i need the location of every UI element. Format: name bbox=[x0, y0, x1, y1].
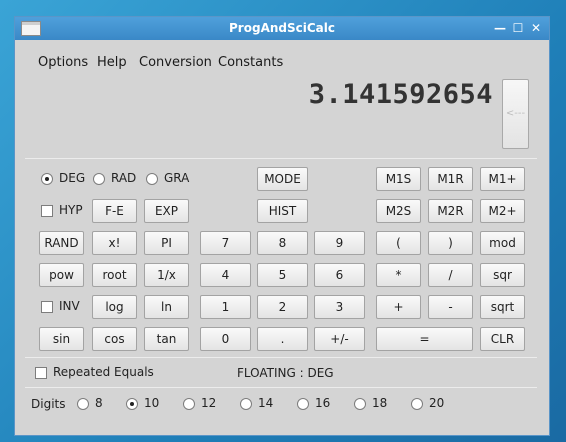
digits-radio-10-indicator bbox=[126, 398, 138, 410]
sqr-button[interactable]: sqr bbox=[480, 263, 525, 287]
repeated-equals-checkbox-box bbox=[35, 367, 47, 379]
digits-radio-10-label: 10 bbox=[144, 396, 160, 410]
factorial-button[interactable]: x! bbox=[92, 231, 137, 255]
digits-radio-20-indicator bbox=[411, 398, 423, 410]
digits-radio-8-label: 8 bbox=[95, 396, 103, 410]
menu-options[interactable]: Options bbox=[38, 55, 88, 70]
m1s-button[interactable]: M1S bbox=[376, 167, 421, 191]
digit-0-button[interactable]: 0 bbox=[200, 327, 251, 351]
digits-radio-16-label: 16 bbox=[315, 396, 331, 410]
rand-button[interactable]: RAND bbox=[39, 231, 84, 255]
divide-button[interactable]: / bbox=[428, 263, 473, 287]
close-icon[interactable]: ✕ bbox=[529, 20, 543, 36]
hyp-label: HYP bbox=[59, 203, 83, 217]
digits-radio-18-label: 18 bbox=[372, 396, 388, 410]
digit-9-button[interactable]: 9 bbox=[314, 231, 365, 255]
radio-deg-indicator bbox=[41, 173, 53, 185]
separator bbox=[25, 357, 537, 358]
m2r-button[interactable]: M2R bbox=[428, 199, 473, 223]
radio-rad-indicator bbox=[93, 173, 105, 185]
digits-radio-12-indicator bbox=[183, 398, 195, 410]
cos-button[interactable]: cos bbox=[92, 327, 137, 351]
m2plus-button[interactable]: M2+ bbox=[480, 199, 525, 223]
pow-button[interactable]: pow bbox=[39, 263, 84, 287]
status-text: FLOATING : DEG bbox=[237, 366, 334, 380]
separator bbox=[25, 158, 537, 159]
sin-button[interactable]: sin bbox=[39, 327, 84, 351]
sqrt-button[interactable]: sqrt bbox=[480, 295, 525, 319]
digits-radio-20-label: 20 bbox=[429, 396, 445, 410]
menu-constants[interactable]: Constants bbox=[218, 55, 283, 70]
window-title: ProgAndSciCalc bbox=[229, 21, 335, 35]
tan-button[interactable]: tan bbox=[144, 327, 189, 351]
radio-deg-label: DEG bbox=[59, 171, 86, 185]
ln-button[interactable]: ln bbox=[144, 295, 189, 319]
digits-radio-14-label: 14 bbox=[258, 396, 274, 410]
inv-checkbox-box bbox=[41, 301, 53, 313]
maximize-icon[interactable]: ☐ bbox=[511, 20, 525, 36]
exp-button[interactable]: EXP bbox=[144, 199, 189, 223]
minimize-icon[interactable]: — bbox=[493, 20, 507, 36]
digit-1-button[interactable]: 1 bbox=[200, 295, 251, 319]
m1r-button[interactable]: M1R bbox=[428, 167, 473, 191]
pi-button[interactable]: PI bbox=[144, 231, 189, 255]
digit-3-button[interactable]: 3 bbox=[314, 295, 365, 319]
decimal-point-button[interactable]: . bbox=[257, 327, 308, 351]
digits-radio-16-indicator bbox=[297, 398, 309, 410]
radio-rad-label: RAD bbox=[111, 171, 137, 185]
negate-button[interactable]: +/- bbox=[314, 327, 365, 351]
digit-5-button[interactable]: 5 bbox=[257, 263, 308, 287]
inv-label: INV bbox=[59, 299, 80, 313]
hyp-checkbox-box bbox=[41, 205, 53, 217]
menu-help[interactable]: Help bbox=[97, 55, 127, 70]
digit-6-button[interactable]: 6 bbox=[314, 263, 365, 287]
m1plus-button[interactable]: M1+ bbox=[480, 167, 525, 191]
digits-label: Digits bbox=[31, 397, 66, 411]
clear-button[interactable]: CLR bbox=[480, 327, 525, 351]
digits-radio-8-indicator bbox=[77, 398, 89, 410]
digit-8-button[interactable]: 8 bbox=[257, 231, 308, 255]
close-paren-button[interactable]: ) bbox=[428, 231, 473, 255]
digits-radio-18-indicator bbox=[354, 398, 366, 410]
m2s-button[interactable]: M2S bbox=[376, 199, 421, 223]
repeated-equals-label: Repeated Equals bbox=[53, 365, 154, 379]
menu-conversion[interactable]: Conversion bbox=[139, 55, 212, 70]
add-button[interactable]: + bbox=[376, 295, 421, 319]
mode-button[interactable]: MODE bbox=[257, 167, 308, 191]
subtract-button[interactable]: - bbox=[428, 295, 473, 319]
digits-radio-14-indicator bbox=[240, 398, 252, 410]
result-display: 3.141592654 bbox=[308, 79, 493, 110]
reciprocal-button[interactable]: 1/x bbox=[144, 263, 189, 287]
backspace-button[interactable]: <--- bbox=[502, 79, 529, 149]
log-button[interactable]: log bbox=[92, 295, 137, 319]
hist-button[interactable]: HIST bbox=[257, 199, 308, 223]
digit-7-button[interactable]: 7 bbox=[200, 231, 251, 255]
menu-bar: Options Help Conversion Constants bbox=[15, 55, 549, 75]
multiply-button[interactable]: * bbox=[376, 263, 421, 287]
fe-button[interactable]: F-E bbox=[92, 199, 137, 223]
digit-4-button[interactable]: 4 bbox=[200, 263, 251, 287]
digit-2-button[interactable]: 2 bbox=[257, 295, 308, 319]
open-paren-button[interactable]: ( bbox=[376, 231, 421, 255]
radio-gra-indicator bbox=[146, 173, 158, 185]
calculator-window: ProgAndSciCalc — ☐ ✕ Options Help Conver… bbox=[14, 16, 550, 436]
separator bbox=[25, 387, 537, 388]
root-button[interactable]: root bbox=[92, 263, 137, 287]
radio-gra-label: GRA bbox=[164, 171, 190, 185]
equals-button[interactable]: = bbox=[376, 327, 473, 351]
digits-radio-12-label: 12 bbox=[201, 396, 217, 410]
mod-button[interactable]: mod bbox=[480, 231, 525, 255]
title-bar[interactable]: ProgAndSciCalc — ☐ ✕ bbox=[15, 17, 549, 40]
